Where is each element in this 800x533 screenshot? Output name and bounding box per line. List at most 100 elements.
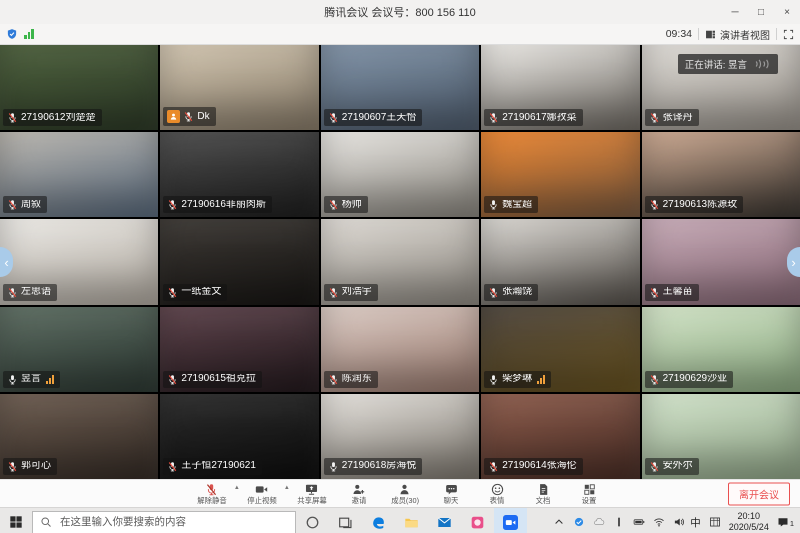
explorer-app-icon[interactable] [395, 508, 428, 533]
participant-name: 王子恒27190621 [181, 461, 256, 471]
participant-name: 张译丹 [663, 113, 693, 123]
participant-name: 刘浩宇 [342, 287, 372, 297]
mic-status-icon [328, 461, 339, 472]
participant-name: 27190613陈源玫 [663, 200, 738, 210]
screen-share-icon [305, 483, 318, 496]
mic-status-icon [488, 199, 499, 210]
taskbar-clock[interactable]: 20:10 2020/5/24 [729, 511, 769, 533]
members-icon [398, 483, 411, 496]
participant-name: 27190615祖克拉 [181, 374, 256, 384]
participant-tile[interactable]: 郭可心 [0, 394, 158, 479]
windows-logo-icon [9, 515, 23, 529]
participant-tile[interactable]: 柴梦琳 [481, 307, 639, 392]
participant-name-tag: 昱言 [3, 371, 60, 388]
volume-icon[interactable] [673, 516, 685, 528]
participant-tile[interactable]: 27190607王天怡 [321, 45, 479, 130]
network-signal-icon [24, 29, 34, 39]
participant-tile[interactable]: 昱言 [0, 307, 158, 392]
participant-tile[interactable]: 陈润东 [321, 307, 479, 392]
fullscreen-icon[interactable] [783, 29, 794, 40]
tray-app-icon[interactable] [573, 516, 585, 528]
participant-tile[interactable]: 王子恒27190621 [160, 394, 318, 479]
participant-tile[interactable]: 杨帅 [321, 132, 479, 217]
participant-tile[interactable]: Dk [160, 45, 318, 130]
participant-tile[interactable]: 27190614张海伦 [481, 394, 639, 479]
participant-tile[interactable]: 27190629沙亚 [642, 307, 800, 392]
participant-tile[interactable]: 周叙 [0, 132, 158, 217]
participant-tile[interactable]: 27190618房海悦 [321, 394, 479, 479]
control-button-invite[interactable]: 邀请 [344, 483, 374, 505]
control-button-camera[interactable]: 停止视频 [246, 483, 278, 505]
participant-name: 昱言 [21, 374, 41, 384]
control-button-settings[interactable]: 设置 [574, 483, 604, 505]
cortana-app-icon[interactable] [296, 508, 329, 533]
caret-up-icon[interactable]: ▲ [284, 480, 290, 491]
cloud-icon[interactable] [593, 516, 605, 528]
participant-tile[interactable]: 张瀚饶 [481, 219, 639, 304]
participant-name-tag: 杨帅 [324, 196, 368, 213]
control-button-mic-muted[interactable]: 解除静音 [196, 483, 228, 505]
participant-tile[interactable]: 27190615祖克拉 [160, 307, 318, 392]
mic-status-icon [649, 461, 660, 472]
video-grid: 正在讲话: 昱言 ‹ › 27190612刘楚楚 Dk [0, 45, 800, 479]
participant-tile[interactable]: 27190612刘楚楚 [0, 45, 158, 130]
notification-center-button[interactable]: 1 [777, 516, 794, 528]
mic-status-icon [649, 287, 660, 298]
control-button-chat[interactable]: 聊天 [436, 483, 466, 505]
control-button-doc[interactable]: 文档 [528, 483, 558, 505]
leave-meeting-button[interactable]: 离开会议 [728, 482, 790, 505]
participant-name: 27190616菲丽肉斯 [181, 200, 266, 210]
participant-name-tag: 张译丹 [645, 109, 699, 126]
control-button-emoji[interactable]: 表情 [482, 483, 512, 505]
edge-app-icon[interactable] [362, 508, 395, 533]
mic-status-icon [328, 374, 339, 385]
mic-status-icon [328, 112, 339, 123]
participant-tile[interactable]: 27190617娜孜菜 [481, 45, 639, 130]
participant-name: 左思语 [21, 287, 51, 297]
mic-status-icon [7, 287, 18, 298]
participant-tile[interactable]: 27190613陈源玫 [642, 132, 800, 217]
participant-tile[interactable]: 一纸金文 [160, 219, 318, 304]
participant-name: 柴梦琳 [502, 374, 532, 384]
participant-tile[interactable]: 左思语 [0, 219, 158, 304]
mic-status-icon [7, 199, 18, 210]
photos-app-icon[interactable] [461, 508, 494, 533]
caret-up-icon[interactable]: ▲ [234, 480, 240, 491]
wifi-icon[interactable] [653, 516, 665, 528]
security-shield-icon[interactable] [6, 28, 18, 40]
windows-taskbar: 中 20:10 2020/5/24 1 [0, 507, 800, 533]
participant-tile[interactable]: 魏宝超 [481, 132, 639, 217]
window-title: 腾讯会议 会议号：800 156 110 [0, 4, 800, 20]
participant-tile[interactable]: 安外尔 [642, 394, 800, 479]
participant-name: 27190612刘楚楚 [21, 113, 96, 123]
participant-name-tag: 郭可心 [3, 458, 57, 475]
chevron-up-icon[interactable] [553, 516, 565, 528]
control-button-members[interactable]: 成员(30) [390, 483, 420, 505]
participant-tile[interactable]: 27190616菲丽肉斯 [160, 132, 318, 217]
pen-icon[interactable] [613, 516, 625, 528]
mic-status-icon [167, 199, 178, 210]
mic-status-icon [488, 112, 499, 123]
participant-tile[interactable]: 刘浩宇 [321, 219, 479, 304]
ime-indicator[interactable]: 中 [690, 515, 701, 530]
participant-name-tag: 张瀚饶 [484, 284, 538, 301]
meeting-app-icon[interactable] [494, 508, 527, 533]
layout-view-icon [705, 29, 716, 40]
mic-status-icon [649, 374, 660, 385]
host-badge-icon [167, 110, 180, 123]
speaker-view-button[interactable]: 演讲者视图 [705, 27, 770, 42]
participant-name: 27190607王天怡 [342, 113, 417, 123]
title-bar: 腾讯会议 会议号：800 156 110 ─ □ × [0, 0, 800, 24]
mic-status-icon [488, 287, 499, 298]
participant-tile[interactable]: 王馨苗 [642, 219, 800, 304]
search-input[interactable] [58, 515, 252, 529]
meeting-duration: 09:34 [666, 28, 692, 40]
start-button[interactable] [0, 508, 32, 533]
control-button-screen-share[interactable]: 共享屏幕 [296, 483, 328, 505]
battery-icon[interactable] [633, 516, 645, 528]
ime-grid-icon[interactable] [709, 516, 721, 528]
taskbar-search[interactable] [32, 511, 296, 533]
mail-app-icon[interactable] [428, 508, 461, 533]
task-view-app-icon[interactable] [329, 508, 362, 533]
clock-time: 20:10 [729, 511, 769, 522]
